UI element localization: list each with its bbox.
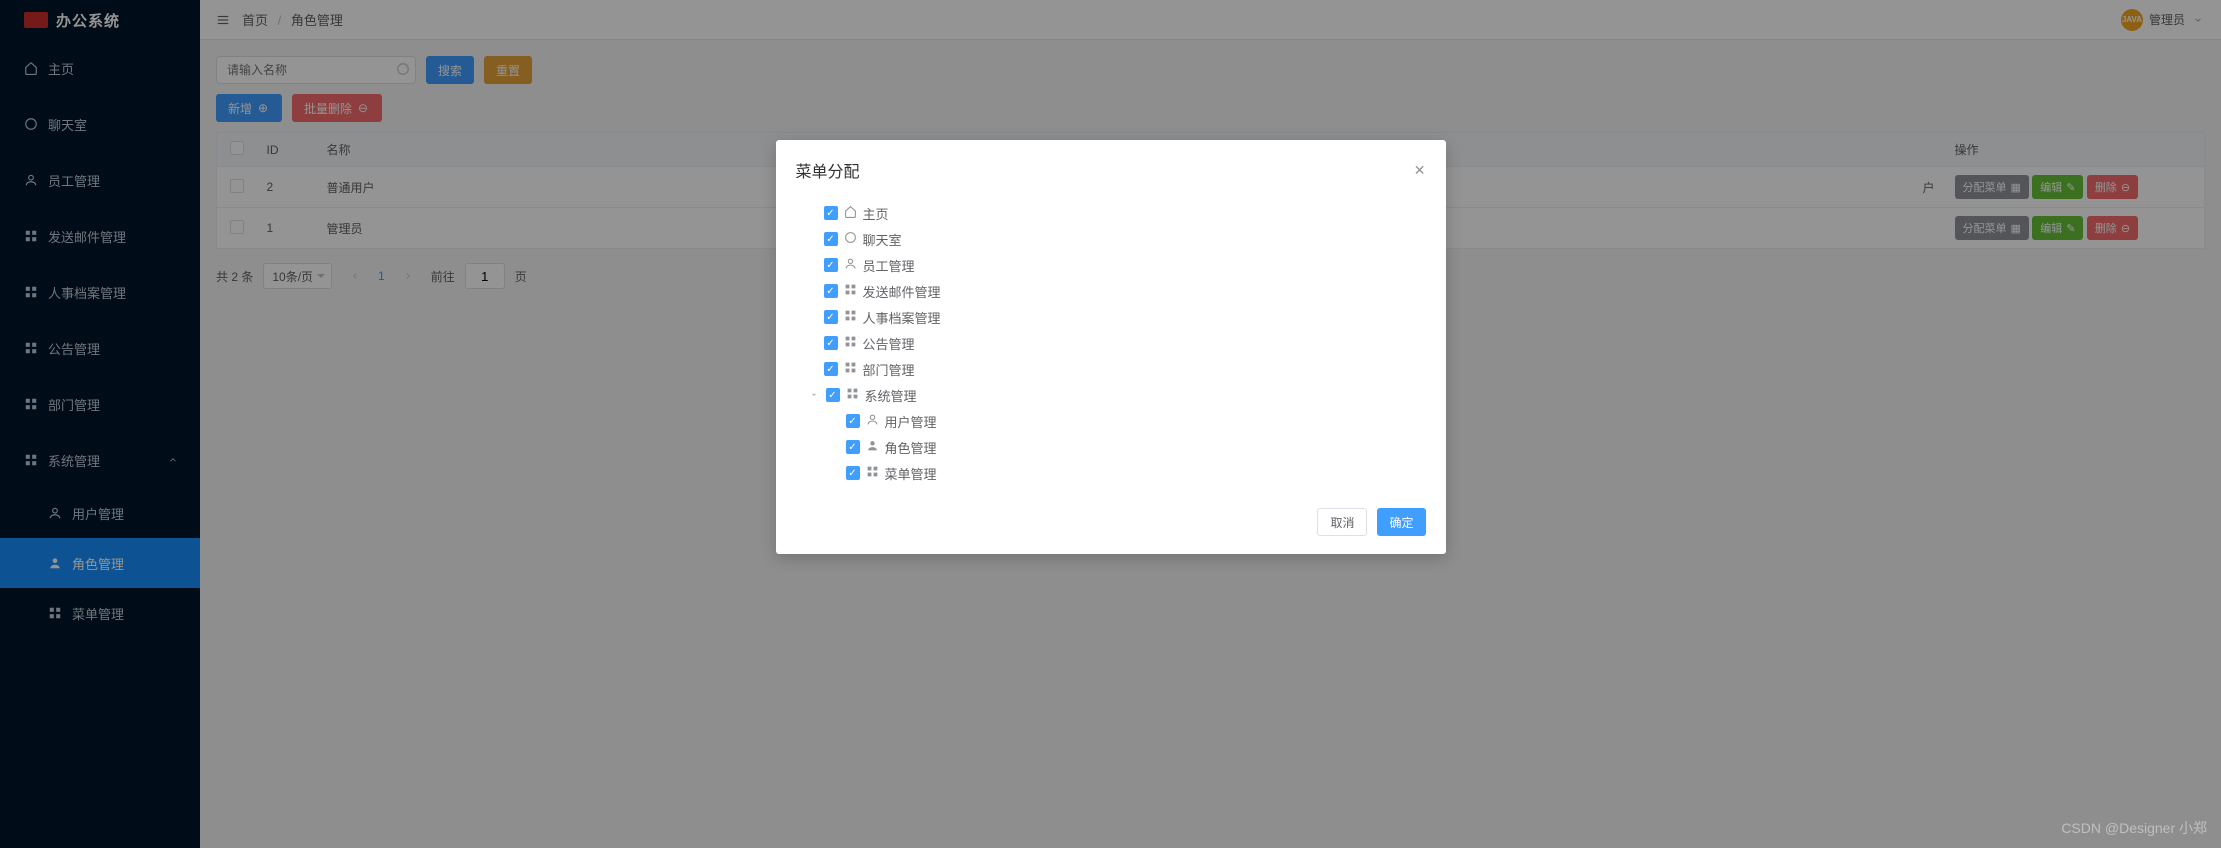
close-icon[interactable]: ✕ [1414, 162, 1426, 179]
tree-node[interactable]: ✓ 菜单管理 [806, 460, 1416, 486]
dialog-body: ✓ 主页 ✓ 聊天室 ✓ 员工管理 ✓ 发送邮件管理 ✓ 人事档案管理 ✓ 公告管理 ✓ 部门管理 ✓ 系统管… [776, 190, 1446, 496]
menu-assign-dialog: 菜单分配 ✕ ✓ 主页 ✓ 聊天室 ✓ 员工管理 ✓ 发送邮件管理 ✓ 人事档案管理 ✓ 公告管理 ✓ 部… [776, 140, 1446, 554]
tree-checkbox[interactable]: ✓ [824, 336, 838, 350]
chat-icon [844, 231, 857, 247]
tree-node[interactable]: ✓ 用户管理 [806, 408, 1416, 434]
tree-node[interactable]: ✓ 聊天室 [806, 226, 1416, 252]
tree-node-label: 部门管理 [863, 360, 915, 379]
confirm-button[interactable]: 确定 [1377, 508, 1425, 536]
dialog-title: 菜单分配 [796, 158, 860, 182]
grid-icon [866, 465, 879, 481]
tree-node-label: 员工管理 [863, 256, 915, 275]
tree-checkbox[interactable]: ✓ [824, 258, 838, 272]
tree-checkbox[interactable]: ✓ [826, 388, 840, 402]
tree-node-label: 系统管理 [865, 386, 917, 405]
tree-node[interactable]: ✓ 人事档案管理 [806, 304, 1416, 330]
tree-checkbox[interactable]: ✓ [846, 414, 860, 428]
tree-node-label: 用户管理 [885, 412, 937, 431]
tree-node[interactable]: ✓ 角色管理 [806, 434, 1416, 460]
cancel-button[interactable]: 取消 [1317, 508, 1367, 536]
watermark: CSDN @Designer 小郑 [2061, 818, 2207, 838]
grid-icon [844, 283, 857, 299]
tree-checkbox[interactable]: ✓ [824, 232, 838, 246]
tree-node[interactable]: ✓ 公告管理 [806, 330, 1416, 356]
dialog-footer: 取消 确定 [776, 496, 1446, 554]
tree-node-label: 公告管理 [863, 334, 915, 353]
tree-node[interactable]: ✓ 员工管理 [806, 252, 1416, 278]
grid-icon [844, 309, 857, 325]
tree-node-label: 主页 [863, 204, 889, 223]
grid-icon [844, 361, 857, 377]
tree-node[interactable]: ✓ 系统管理 [806, 382, 1416, 408]
grid-icon [844, 335, 857, 351]
tree-node[interactable]: ✓ 主页 [806, 200, 1416, 226]
tree-node[interactable]: ✓ 发送邮件管理 [806, 278, 1416, 304]
tree-node-label: 聊天室 [863, 230, 902, 249]
tree-node[interactable]: ✓ 部门管理 [806, 356, 1416, 382]
tree-checkbox[interactable]: ✓ [824, 206, 838, 220]
user-icon [844, 257, 857, 273]
dialog-header: 菜单分配 ✕ [776, 140, 1446, 190]
user-icon [866, 413, 879, 429]
tree-node-label: 发送邮件管理 [863, 282, 941, 301]
tree-node-label: 角色管理 [885, 438, 937, 457]
role-icon [866, 439, 879, 455]
tree-checkbox[interactable]: ✓ [824, 362, 838, 376]
grid-icon [846, 387, 859, 403]
tree-checkbox[interactable]: ✓ [846, 466, 860, 480]
tree-node-label: 人事档案管理 [863, 308, 941, 327]
tree-checkbox[interactable]: ✓ [846, 440, 860, 454]
tree-node-label: 菜单管理 [885, 464, 937, 483]
tree-checkbox[interactable]: ✓ [824, 284, 838, 298]
caret-down-icon[interactable] [808, 388, 820, 403]
tree-checkbox[interactable]: ✓ [824, 310, 838, 324]
home-icon [844, 205, 857, 221]
